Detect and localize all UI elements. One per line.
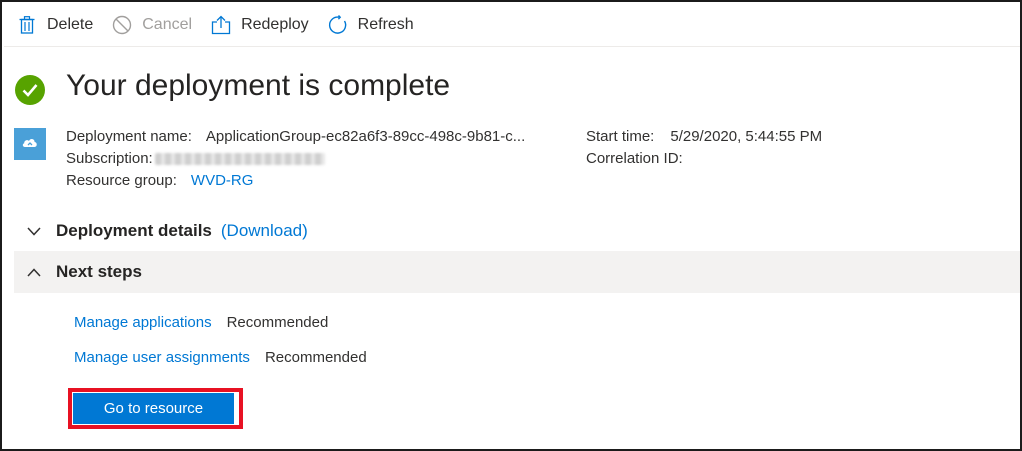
redeploy-label: Redeploy — [241, 16, 309, 33]
subscription-row: Subscription: — [66, 148, 525, 170]
resource-group-label: Resource group: — [66, 172, 177, 189]
upload-icon — [210, 14, 232, 36]
chevron-up-icon — [24, 262, 44, 282]
refresh-label: Refresh — [357, 16, 414, 33]
redeploy-button[interactable]: Redeploy — [210, 14, 309, 36]
deployment-icon — [14, 128, 46, 160]
delete-label: Delete — [47, 16, 94, 33]
cancel-label: Cancel — [142, 16, 193, 33]
recommended-tag: Recommended — [226, 314, 329, 331]
next-steps-section[interactable]: Next steps — [14, 251, 1020, 293]
go-to-resource-button[interactable]: Go to resource — [73, 393, 234, 424]
deployment-name-value: ApplicationGroup-ec82a6f3-89cc-498c-9b81… — [205, 128, 526, 145]
deployment-name-label: Deployment name: — [66, 128, 192, 145]
correlation-id-row: Correlation ID: — [586, 148, 822, 170]
resource-group-row: Resource group: WVD-RG — [66, 170, 525, 192]
start-time-label: Start time: — [586, 128, 655, 145]
chevron-down-icon — [24, 221, 44, 241]
refresh-button[interactable]: Refresh — [327, 14, 414, 36]
manage-applications-link[interactable]: Manage applications — [74, 314, 212, 331]
manage-user-assignments-link[interactable]: Manage user assignments — [74, 349, 250, 366]
subscription-label: Subscription: — [66, 150, 153, 167]
refresh-icon — [327, 14, 349, 36]
check-circle-icon — [15, 75, 45, 105]
deployment-info: Deployment name: ApplicationGroup-ec82a6… — [66, 126, 525, 192]
trash-icon — [16, 14, 38, 36]
deployment-name-row: Deployment name: ApplicationGroup-ec82a6… — [66, 126, 525, 148]
deployment-details-label: Deployment details — [56, 221, 212, 240]
resource-group-link[interactable]: WVD-RG — [191, 170, 254, 192]
subscription-value-redacted — [154, 153, 325, 165]
command-bar: Delete Cancel Redeploy Refresh — [16, 10, 432, 40]
list-item: Manage user assignments Recommended — [74, 349, 367, 384]
deployment-pane: Delete Cancel Redeploy Refresh Your depl… — [0, 0, 1022, 451]
recommended-tag: Recommended — [264, 349, 367, 366]
next-steps-list: Manage applications Recommended Manage u… — [74, 314, 367, 384]
deployment-details-section[interactable]: Deployment details (Download) — [14, 218, 308, 244]
correlation-id-label: Correlation ID: — [586, 150, 683, 167]
page-title: Your deployment is complete — [66, 69, 451, 102]
start-time-row: Start time: 5/29/2020, 5:44:55 PM — [586, 126, 822, 148]
start-time-value: 5/29/2020, 5:44:55 PM — [670, 128, 823, 145]
download-link[interactable]: (Download) — [221, 221, 308, 241]
delete-button[interactable]: Delete — [16, 14, 93, 36]
list-item: Manage applications Recommended — [74, 314, 367, 349]
cancel-icon — [111, 14, 133, 36]
deployment-timing-info: Start time: 5/29/2020, 5:44:55 PM Correl… — [586, 126, 822, 170]
toolbar-divider — [4, 46, 1020, 47]
next-steps-label: Next steps — [56, 262, 142, 281]
cancel-button[interactable]: Cancel — [111, 14, 192, 36]
